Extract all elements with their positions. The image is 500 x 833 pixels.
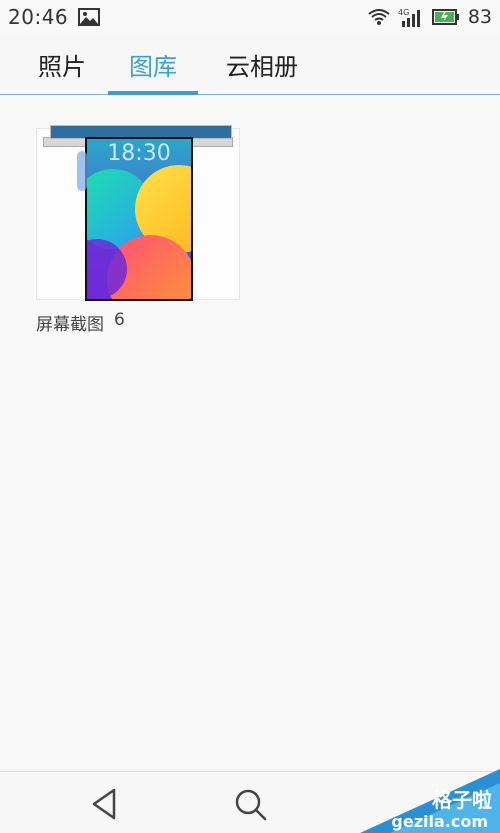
album-caption: 屏幕截图 6 <box>36 310 240 335</box>
album-thumbnail: 18:30 <box>36 125 240 301</box>
watermark-url: gezila.com <box>391 812 488 831</box>
battery-icon <box>431 9 460 25</box>
status-right: 4G 83 <box>368 6 500 28</box>
album-count: 6 <box>114 310 125 330</box>
tab-gallery[interactable]: 图库 <box>108 34 198 95</box>
search-icon[interactable] <box>232 786 268 822</box>
screenshot-preview: 18:30 <box>85 137 193 301</box>
tab-bar: 照片 图库 云相册 <box>0 34 500 95</box>
status-left: 20:46 <box>0 5 101 29</box>
status-time: 20:46 <box>8 5 69 29</box>
album-name: 屏幕截图 <box>36 315 104 335</box>
watermark-text: 格子啦 <box>432 788 492 812</box>
tab-label: 照片 <box>38 52 86 81</box>
album-screenshots[interactable]: 18:30 屏幕截图 6 <box>36 125 240 335</box>
tab-cloud-album[interactable]: 云相册 <box>207 34 317 94</box>
back-icon[interactable] <box>88 786 120 822</box>
watermark: 格子啦 gezila.com <box>360 769 500 833</box>
gallery-screen: 20:46 4G 83 照片 图库 云相册 18:30 屏幕截图 6 格子啦 g… <box>0 0 500 833</box>
tab-photos[interactable]: 照片 <box>25 34 99 94</box>
network-label: 4G <box>398 8 409 17</box>
active-tab-indicator <box>108 91 198 95</box>
preview-clock: 18:30 <box>107 141 171 166</box>
tab-label: 图库 <box>129 52 177 81</box>
battery-level: 83 <box>467 6 492 28</box>
signal-4g-icon: 4G <box>398 7 424 27</box>
preview-side-handle <box>77 151 87 191</box>
tab-label: 云相册 <box>226 52 298 81</box>
wifi-icon <box>368 8 390 26</box>
image-notification-icon <box>78 8 101 26</box>
status-bar: 20:46 4G 83 <box>0 0 500 34</box>
